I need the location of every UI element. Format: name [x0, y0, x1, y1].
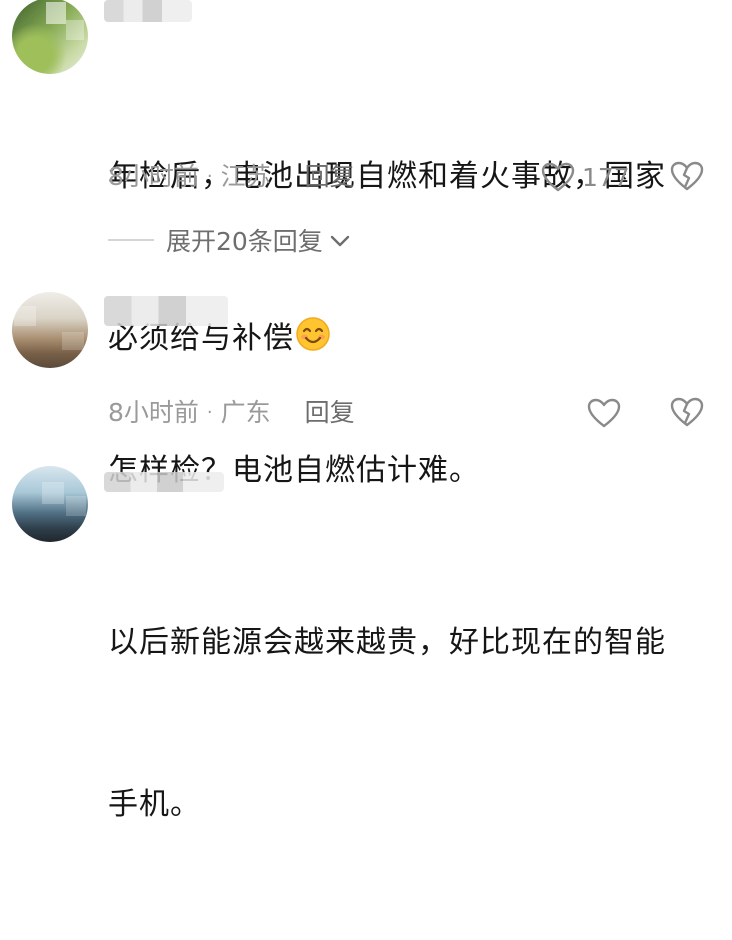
comment-text: 以后新能源会越来越贵，好比现在的智能 手机。 — [108, 508, 708, 940]
comment-time: 8小时前 — [108, 162, 199, 191]
avatar-mosaic — [66, 20, 84, 40]
comment-time: 8小时前 — [108, 398, 199, 427]
comment-text-line: 以后新能源会越来越贵，好比现在的智能 — [108, 625, 666, 660]
dislike-button[interactable] — [668, 160, 706, 194]
like-button[interactable] — [586, 396, 622, 430]
broken-heart-icon — [668, 160, 706, 192]
like-count: 177 — [582, 162, 630, 192]
username-blurred[interactable] — [104, 0, 192, 22]
avatar-mosaic — [46, 2, 66, 24]
comment-text-line: 手机。 — [108, 787, 201, 822]
username-blurred[interactable] — [104, 296, 228, 326]
broken-heart-icon — [668, 396, 706, 428]
heart-outline-icon — [586, 397, 622, 429]
avatar-mosaic — [66, 496, 86, 516]
comment-location: 广东 — [220, 398, 271, 427]
avatar[interactable] — [12, 466, 88, 542]
expand-replies-label: 展开20条回复 — [166, 227, 323, 256]
reply-button[interactable]: 回复 — [305, 160, 355, 194]
reply-button[interactable]: 回复 — [305, 396, 355, 430]
avatar[interactable] — [12, 0, 88, 74]
comment-location: 江苏 — [220, 162, 271, 191]
avatar[interactable] — [12, 292, 88, 368]
expand-replies-button[interactable]: 展开20条回复 — [108, 223, 351, 257]
avatar-mosaic — [62, 332, 84, 350]
comment-meta: 8小时前 · 广东 回复 — [108, 396, 355, 430]
expand-divider — [108, 239, 154, 241]
heart-outline-icon — [540, 161, 576, 193]
like-button[interactable]: 177 — [540, 160, 630, 194]
dislike-button[interactable] — [668, 396, 706, 430]
avatar-mosaic — [42, 482, 64, 504]
meta-separator: · — [206, 166, 213, 187]
chevron-down-icon — [323, 226, 351, 255]
meta-separator: · — [206, 402, 213, 423]
comment-meta: 8小时前 · 江苏 回复 — [108, 160, 355, 194]
avatar-mosaic — [14, 306, 36, 326]
username-blurred[interactable] — [104, 472, 224, 492]
